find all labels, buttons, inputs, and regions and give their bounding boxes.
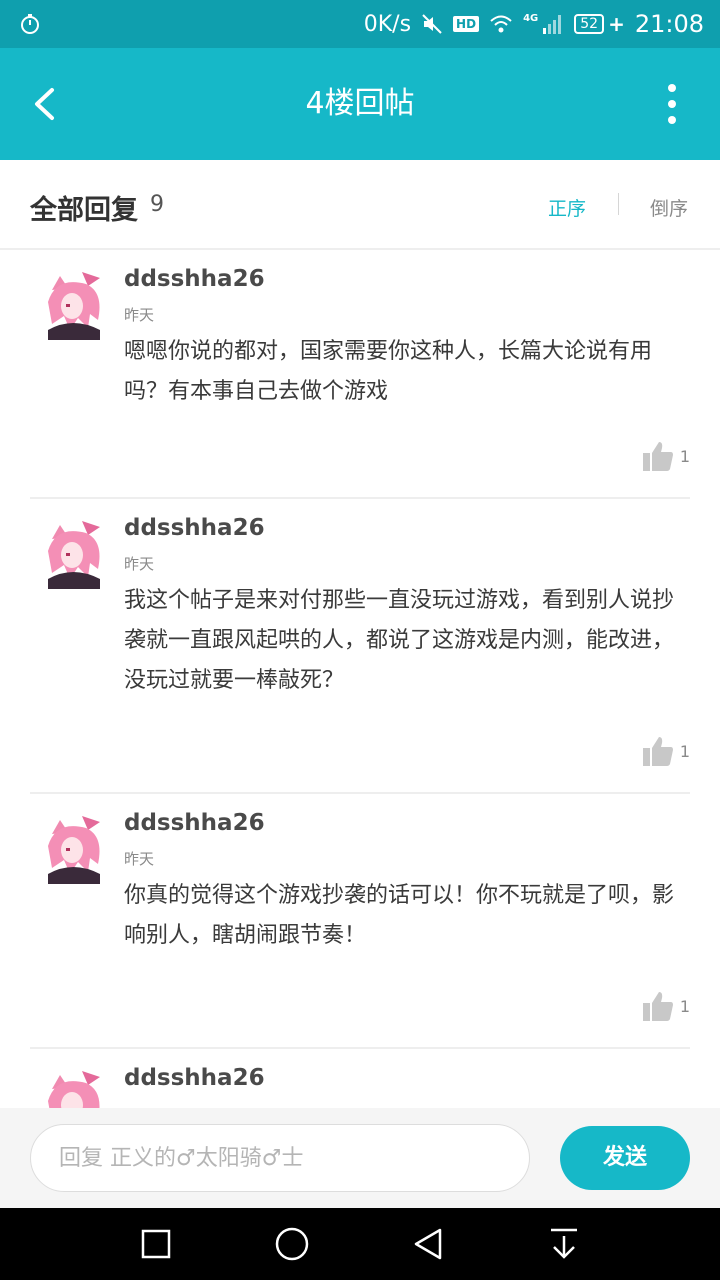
reply-list-header: 全部回复 9 正序 倒序: [0, 160, 720, 250]
reply-item[interactable]: ddsshha26 昨天 嗯嗯你说的都对，国家需要你这种人，长篇大论说有用吗？有…: [30, 250, 690, 499]
reply-content: 嗯嗯你说的都对，国家需要你这种人，长篇大论说有用吗？有本事自己去做个游戏: [124, 339, 653, 404]
thumbs-up-icon: [642, 737, 673, 766]
back-nav-button[interactable]: [408, 1224, 448, 1264]
reply-input[interactable]: [30, 1124, 530, 1192]
reply-item[interactable]: ddsshha26: [30, 1049, 690, 1108]
reply-item[interactable]: ddsshha26 昨天 你真的觉得这个游戏抄袭的话可以！你不玩就是了呗，影响别…: [30, 794, 690, 1049]
triangle-back-icon: [414, 1228, 442, 1260]
app-header: 4楼回帖: [0, 48, 720, 160]
username[interactable]: ddsshha26: [124, 1065, 265, 1091]
notification-pull-button[interactable]: [544, 1224, 584, 1264]
like-button[interactable]: 1: [642, 989, 690, 1023]
home-button[interactable]: [272, 1224, 312, 1264]
reply-content: 你真的觉得这个游戏抄袭的话可以！你不玩就是了呗，影响别人，瞎胡闹跟节奏！: [124, 883, 675, 948]
more-dot: [668, 100, 676, 108]
status-bar: 0K/s HD 4G 52 + 21:08: [0, 0, 720, 48]
reply-item[interactable]: ddsshha26 昨天 我这个帖子是来对付那些一直没玩过游戏，看到别人说抄袭就…: [30, 499, 690, 794]
recent-apps-button[interactable]: [136, 1224, 176, 1264]
avatar[interactable]: [38, 268, 108, 340]
sort-ascending-tab[interactable]: 正序: [548, 194, 586, 221]
back-button[interactable]: [20, 78, 68, 130]
all-replies-title: 全部回复: [30, 195, 138, 226]
thumbs-up-icon: [642, 442, 673, 471]
network-type: 4G: [523, 12, 539, 24]
chevron-left-icon: [35, 88, 54, 120]
pull-down-icon: [551, 1228, 577, 1259]
reply-count: 9: [150, 192, 164, 217]
mute-icon: [422, 14, 442, 34]
username[interactable]: ddsshha26: [124, 810, 265, 836]
avatar[interactable]: [38, 1067, 108, 1108]
reply-time: 昨天: [124, 306, 155, 324]
avatar[interactable]: [38, 812, 108, 884]
avatar[interactable]: [38, 517, 108, 589]
more-options-button[interactable]: [660, 84, 684, 124]
system-nav-bar: [0, 1208, 720, 1280]
hd-badge: HD: [453, 16, 480, 32]
square-icon: [141, 1229, 171, 1259]
like-count: 1: [679, 996, 690, 1016]
sort-divider: [618, 193, 619, 215]
thumbs-up-icon: [642, 992, 673, 1021]
like-count: 1: [679, 741, 690, 761]
sort-descending-tab[interactable]: 倒序: [650, 194, 688, 221]
battery-indicator: 52: [574, 14, 605, 34]
like-button[interactable]: 1: [642, 734, 690, 768]
like-button[interactable]: 1: [642, 439, 690, 473]
stopwatch-icon: [21, 14, 39, 34]
signal-icon: [543, 15, 562, 34]
reply-time: 昨天: [124, 555, 155, 573]
send-button[interactable]: 发送: [560, 1126, 690, 1190]
username[interactable]: ddsshha26: [124, 515, 265, 541]
reply-content: 我这个帖子是来对付那些一直没玩过游戏，看到别人说抄袭就一直跟风起哄的人，都说了这…: [124, 588, 675, 693]
like-count: 1: [679, 446, 690, 466]
reply-list[interactable]: ddsshha26 昨天 嗯嗯你说的都对，国家需要你这种人，长篇大论说有用吗？有…: [0, 250, 720, 1108]
reply-time: 昨天: [124, 850, 155, 868]
page-title: 4楼回帖: [305, 86, 415, 121]
more-vertical-icon: [668, 84, 676, 92]
clock: 21:08: [634, 10, 704, 38]
more-dot: [668, 116, 676, 124]
username[interactable]: ddsshha26: [124, 266, 265, 292]
wifi-icon: [490, 15, 512, 33]
network-speed: 0K/s: [363, 11, 412, 37]
charging-icon: +: [608, 12, 625, 36]
reply-input-bar: 发送: [0, 1108, 720, 1208]
circle-icon: [275, 1227, 309, 1261]
